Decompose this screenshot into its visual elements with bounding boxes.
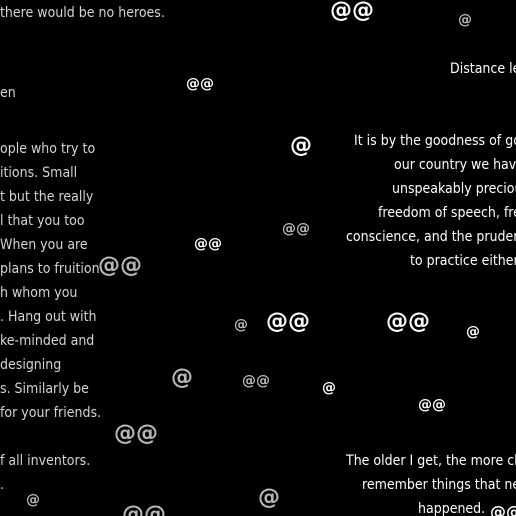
at-sign-mark: @@: [186, 76, 214, 92]
at-sign-mark: @: [458, 12, 472, 28]
at-sign-mark: @: [26, 492, 40, 508]
text-art-canvas: there would be no heroes. en ople who tr…: [0, 0, 516, 516]
left-text-line: When you are: [0, 237, 88, 253]
at-sign-mark: @: [466, 324, 480, 340]
at-sign-mark: @: [171, 365, 193, 390]
left-text-line: for your friends.: [0, 405, 102, 421]
at-sign-mark: @@: [114, 421, 158, 446]
right-text-line: our country we have: [394, 157, 516, 173]
left-text-line: f all inventors.: [0, 453, 91, 469]
left-text-line: h whom you: [0, 285, 78, 301]
left-text-line: there would be no heroes.: [0, 5, 165, 21]
at-sign-mark: @: [258, 485, 280, 510]
at-sign-mark: @@: [330, 0, 374, 23]
right-text-line: It is by the goodness of goo: [354, 133, 516, 149]
left-text-line: . Hang out with: [0, 309, 97, 325]
right-text-line: to practice either: [410, 253, 516, 269]
left-text-line: s. Similarly be: [0, 381, 89, 397]
left-text-line: en: [0, 85, 16, 101]
left-text-line: t but the really: [0, 189, 94, 205]
at-sign-mark: @@: [386, 309, 430, 334]
right-text-line: freedom of speech, free: [378, 205, 516, 221]
right-text-line: remember things that nev: [362, 477, 516, 493]
left-text-line: ke-minded and: [0, 333, 95, 349]
right-text-line: Distance le: [450, 61, 516, 77]
left-text-line: plans to fruition: [0, 261, 100, 277]
left-text-line: l that you too: [0, 213, 85, 229]
at-sign-mark: @@: [418, 397, 446, 413]
at-sign-mark: @@: [282, 221, 310, 237]
at-sign-mark: @@: [266, 309, 310, 334]
left-text-line: .: [0, 477, 4, 493]
at-sign-mark: @@: [242, 373, 270, 389]
at-sign-mark: @: [290, 133, 312, 158]
at-sign-mark: @: [322, 380, 336, 396]
right-text-line: happened.: [418, 501, 486, 516]
right-text-line: conscience, and the prudenc: [346, 229, 516, 245]
at-sign-mark: @@: [98, 253, 142, 278]
at-sign-mark: @@: [194, 236, 222, 252]
left-text-line: designing: [0, 357, 62, 373]
left-text-line: itions. Small: [0, 165, 78, 181]
at-sign-mark: @@: [490, 502, 516, 516]
at-sign-mark: @@: [122, 502, 166, 516]
left-text-line: ople who try to: [0, 141, 96, 157]
right-text-line: unspeakably preciou: [392, 181, 516, 197]
right-text-line: The older I get, the more cle: [346, 453, 516, 469]
at-sign-mark: @: [234, 317, 248, 333]
